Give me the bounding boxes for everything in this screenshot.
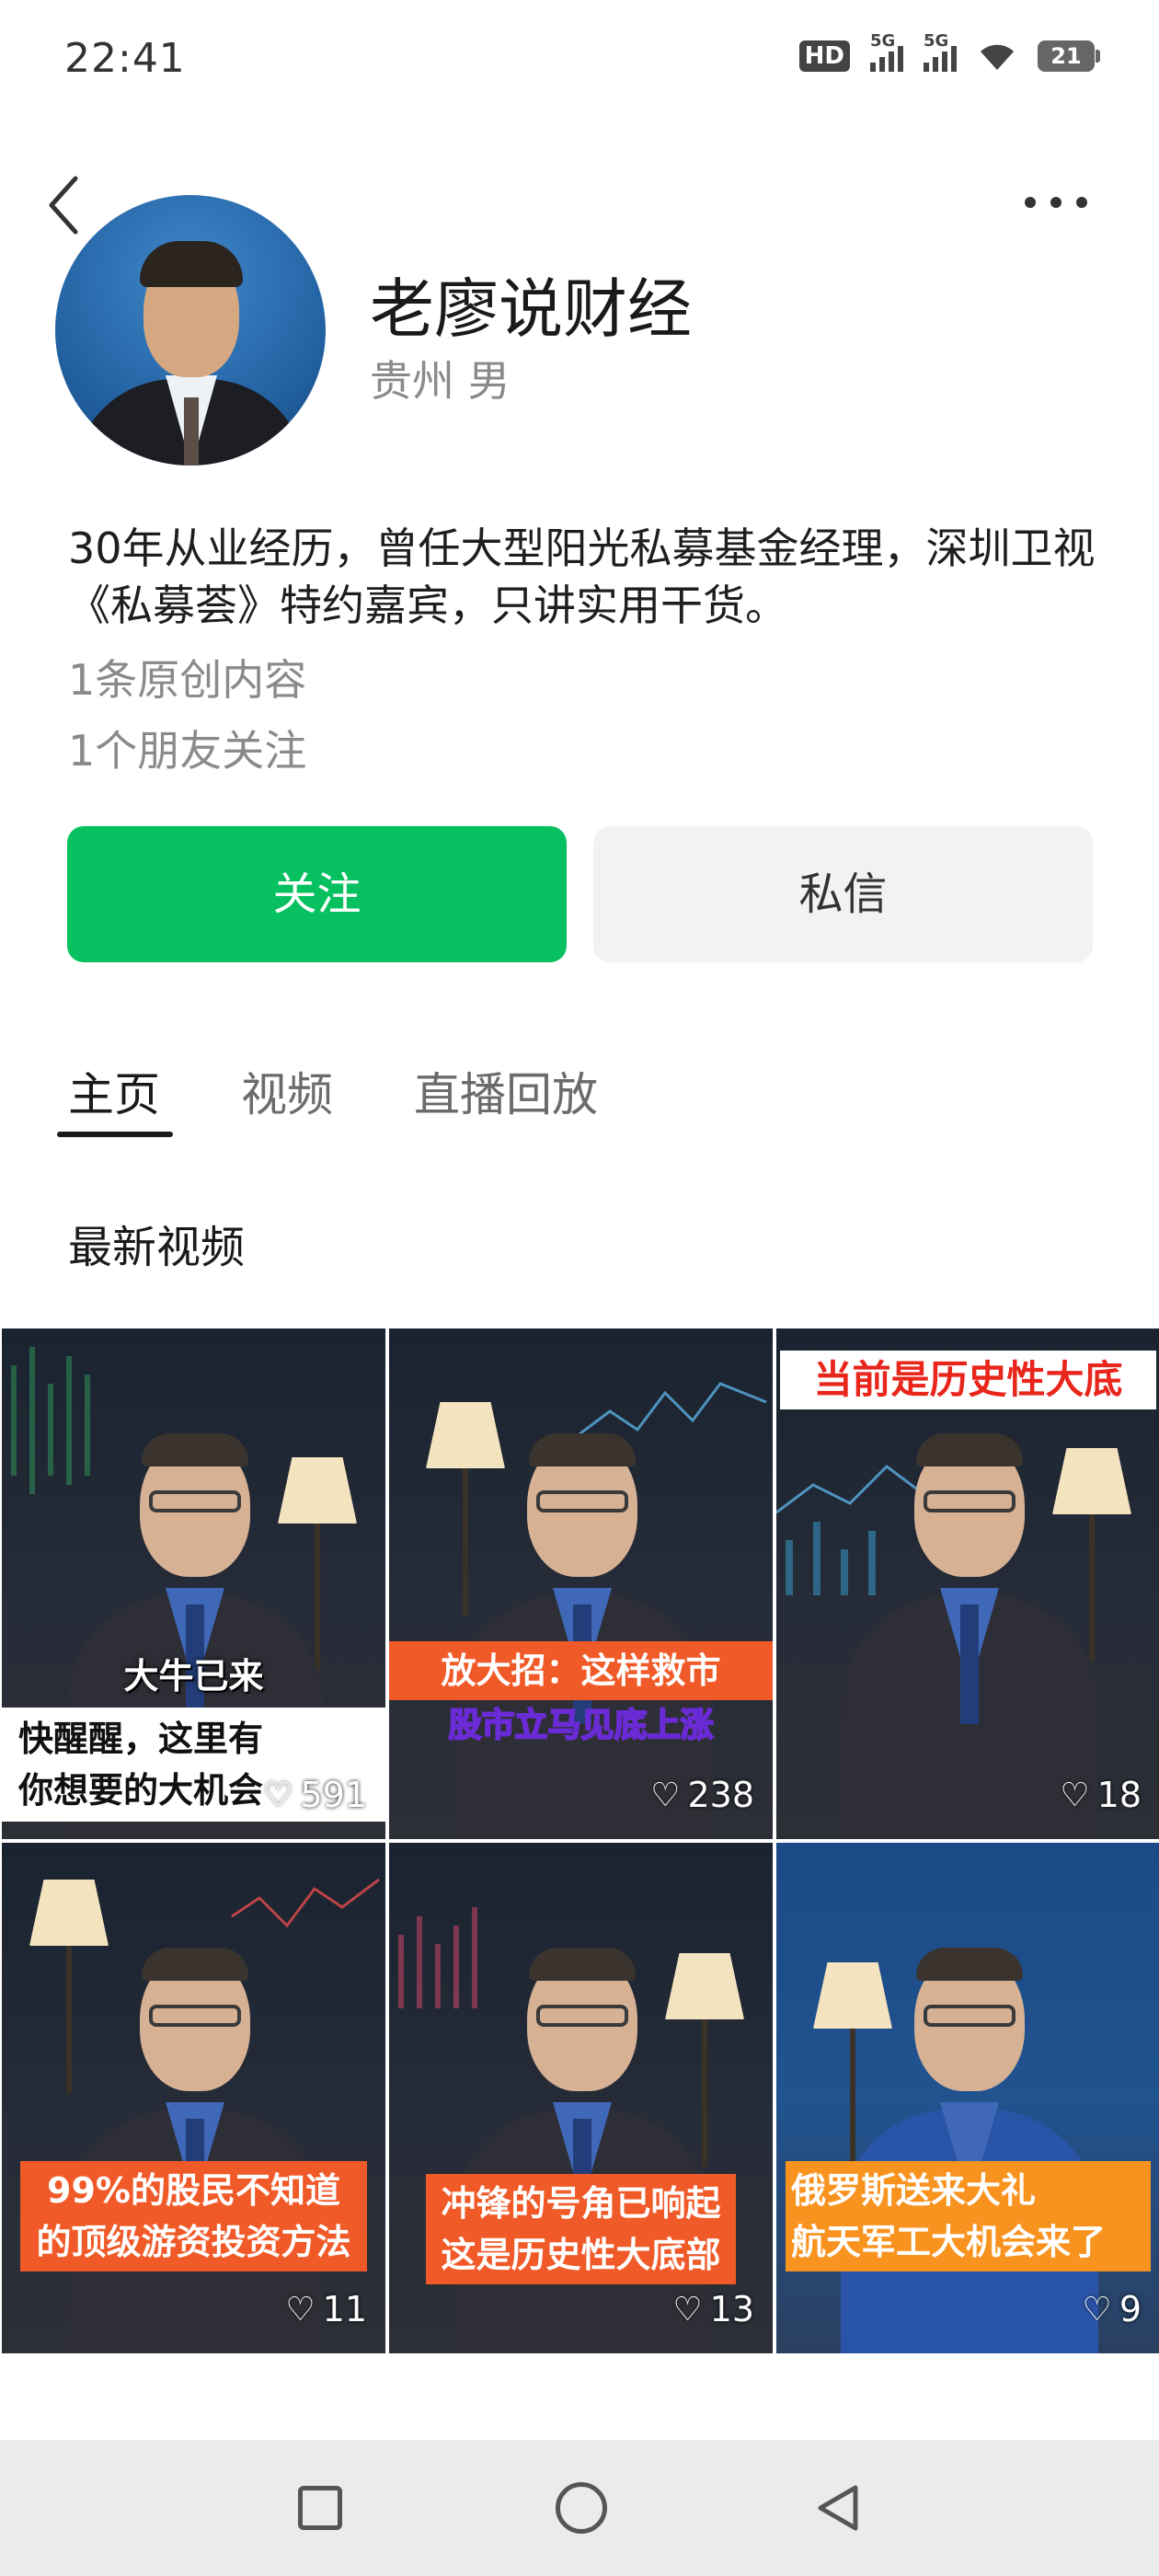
- avatar[interactable]: [55, 195, 326, 466]
- tab-videos[interactable]: 视频: [241, 1058, 333, 1141]
- tab-home[interactable]: 主页: [57, 1058, 173, 1141]
- video-caption: 大牛已来: [123, 1656, 264, 1696]
- more-dots-icon: [1025, 197, 1087, 208]
- heart-icon: ♡: [672, 2290, 703, 2329]
- like-count: ♡ 9: [1082, 2289, 1142, 2329]
- video-caption: 冲锋的号角已响起 这是历史性大底部: [426, 2174, 736, 2284]
- video-thumbnail[interactable]: 俄罗斯送来大礼 航天军工大机会来了 ♡ 9: [776, 1843, 1159, 2353]
- status-bar: 22:41 HD 5G 5G 21: [0, 0, 1159, 120]
- back-button[interactable]: [46, 173, 92, 237]
- heart-icon: ♡: [263, 1776, 293, 1814]
- profile-bio: 30年从业经历，曾任大型阳光私募基金经理，深圳卫视《私募荟》特约嘉宾，只讲实用干…: [68, 523, 1096, 630]
- video-thumbnail[interactable]: 冲锋的号角已响起 这是历史性大底部 ♡ 13: [389, 1843, 773, 2353]
- video-thumbnail[interactable]: 放大招：这样救市 股市立马见底上涨 ♡ 238: [389, 1328, 773, 1839]
- more-button[interactable]: [1019, 182, 1093, 228]
- video-caption-sub: 股市立马见底上涨: [447, 1706, 714, 1745]
- home-button[interactable]: [556, 2482, 607, 2534]
- profile-location-gender: 贵州 男: [370, 356, 511, 406]
- video-grid: 大牛已来 快醒醒，这里有 你想要的大机会 ♡ 591 放大招：这样救市 股市立马…: [2, 1328, 1159, 2353]
- wifi-icon: [981, 44, 1014, 70]
- video-thumbnail[interactable]: 当前是历史性大底 ♡ 18: [776, 1328, 1159, 1839]
- like-count: ♡ 238: [650, 1775, 754, 1815]
- heart-icon: ♡: [650, 1776, 681, 1814]
- system-nav-bar: [0, 2440, 1159, 2576]
- tab-live-replay[interactable]: 直播回放: [414, 1058, 598, 1141]
- chevron-left-icon: [49, 176, 78, 235]
- video-caption: 99%的股民不知道 的顶级游资投资方法: [20, 2161, 367, 2271]
- battery-icon: 21: [1038, 40, 1100, 72]
- original-content-count[interactable]: 1条原创内容: [68, 647, 306, 707]
- heart-icon: ♡: [1082, 2290, 1112, 2329]
- profile-name: 老廖说财经: [370, 271, 692, 347]
- triangle-back-icon: [818, 2485, 858, 2531]
- status-icons: HD 5G 5G 21: [798, 31, 1100, 72]
- video-caption: 俄罗斯送来大礼 航天军工大机会来了: [786, 2161, 1151, 2271]
- like-count: ♡ 591: [263, 1775, 367, 1815]
- signal-icon: 5G: [924, 31, 957, 72]
- like-count: ♡ 18: [1060, 1775, 1142, 1815]
- follow-button[interactable]: 关注: [67, 826, 567, 962]
- like-count: ♡ 11: [285, 2289, 367, 2329]
- status-time: 22:41: [64, 35, 186, 82]
- video-thumbnail[interactable]: 99%的股民不知道 的顶级游资投资方法 ♡ 11: [2, 1843, 385, 2353]
- friends-following-count[interactable]: 1个朋友关注: [68, 718, 306, 778]
- heart-icon: ♡: [1060, 1776, 1090, 1814]
- hd-icon: HD: [798, 40, 850, 72]
- video-caption: 放大招：这样救市: [389, 1641, 773, 1700]
- profile-tabs: 主页 视频 直播回放: [57, 1058, 679, 1141]
- recent-apps-button[interactable]: [298, 2486, 342, 2530]
- heart-icon: ♡: [285, 2290, 316, 2329]
- nav-back-button[interactable]: [813, 2482, 865, 2534]
- video-caption: 当前是历史性大底: [780, 1351, 1156, 1409]
- signal-icon: 5G: [870, 31, 903, 72]
- like-count: ♡ 13: [672, 2289, 754, 2329]
- message-button[interactable]: 私信: [593, 826, 1093, 962]
- section-title: 最新视频: [68, 1222, 246, 1273]
- video-thumbnail[interactable]: 大牛已来 快醒醒，这里有 你想要的大机会 ♡ 591: [2, 1328, 385, 1839]
